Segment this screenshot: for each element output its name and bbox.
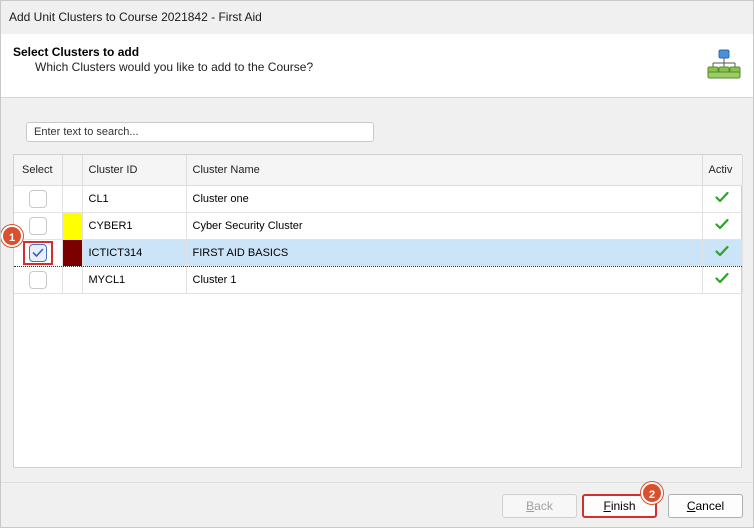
color-swatch [63, 186, 82, 212]
page-subheading: Which Clusters would you like to add to … [35, 60, 314, 74]
page-heading: Select Clusters to add [13, 45, 140, 59]
back-button[interactable]: Back [502, 494, 577, 518]
table-row[interactable]: CYBER1 Cyber Security Cluster [14, 212, 743, 240]
cluster-name-cell: Cluster one [186, 185, 703, 213]
cluster-id-cell: CYBER1 [82, 212, 187, 240]
color-swatch [63, 267, 82, 293]
clusters-table: Select Cluster ID Cluster Name Activ CL1… [14, 155, 743, 294]
cluster-id-cell: ICTICT314 [82, 238, 187, 267]
active-check-icon [715, 245, 729, 257]
search-input[interactable] [26, 122, 374, 142]
color-swatch [62, 240, 81, 265]
window-title: Add Unit Clusters to Course 2021842 - Fi… [9, 10, 262, 24]
finish-button-label: inish [610, 499, 636, 513]
checkbox-highlight [22, 240, 53, 265]
cluster-name-cell: Cyber Security Cluster [186, 212, 703, 240]
back-button-mnemonic: B [526, 499, 535, 513]
title-bar: Add Unit Clusters to Course 2021842 - Fi… [1, 1, 753, 34]
step-marker-1: 1 [1, 225, 23, 247]
active-check-icon [715, 191, 729, 203]
column-header-active[interactable]: Activ [702, 155, 743, 186]
cluster-name-cell: Cluster 1 [186, 266, 703, 294]
column-header-cluster-name[interactable]: Cluster Name [186, 155, 703, 186]
select-checkbox[interactable] [28, 270, 47, 289]
table-row-selected[interactable]: ICTICT314 FIRST AID BASICS [14, 238, 743, 267]
cluster-id-cell: MYCL1 [82, 266, 187, 294]
table-header-row: Select Cluster ID Cluster Name Activ [14, 155, 743, 186]
color-swatch [62, 212, 81, 238]
cancel-button-label: ancel [695, 499, 725, 513]
select-checkbox[interactable] [28, 243, 47, 262]
dialog-window: Add Unit Clusters to Course 2021842 - Fi… [0, 0, 754, 528]
checkmark-icon [32, 248, 44, 257]
cluster-id-cell: CL1 [82, 185, 187, 213]
active-check-icon [715, 272, 729, 284]
cancel-button[interactable]: Cancel [668, 494, 743, 518]
column-header-select[interactable]: Select [14, 155, 63, 186]
select-checkbox[interactable] [28, 216, 47, 235]
column-header-cluster-id[interactable]: Cluster ID [82, 155, 187, 186]
content-area: Select Cluster ID Cluster Name Activ CL1… [1, 98, 753, 482]
select-checkbox[interactable] [28, 189, 47, 208]
step-marker-2: 2 [641, 482, 663, 504]
clusters-grid: Select Cluster ID Cluster Name Activ CL1… [13, 154, 743, 468]
column-header-color[interactable] [62, 155, 83, 186]
wizard-header: Select Clusters to add Which Clusters wo… [1, 34, 753, 98]
table-row[interactable]: MYCL1 Cluster 1 [14, 266, 743, 294]
back-button-label: ack [534, 499, 553, 513]
table-row[interactable]: CL1 Cluster one [14, 185, 743, 213]
cluster-name-cell: FIRST AID BASICS [186, 238, 703, 267]
finish-button-mnemonic: F [603, 499, 611, 513]
active-check-icon [715, 218, 729, 230]
hierarchy-icon [707, 49, 741, 79]
